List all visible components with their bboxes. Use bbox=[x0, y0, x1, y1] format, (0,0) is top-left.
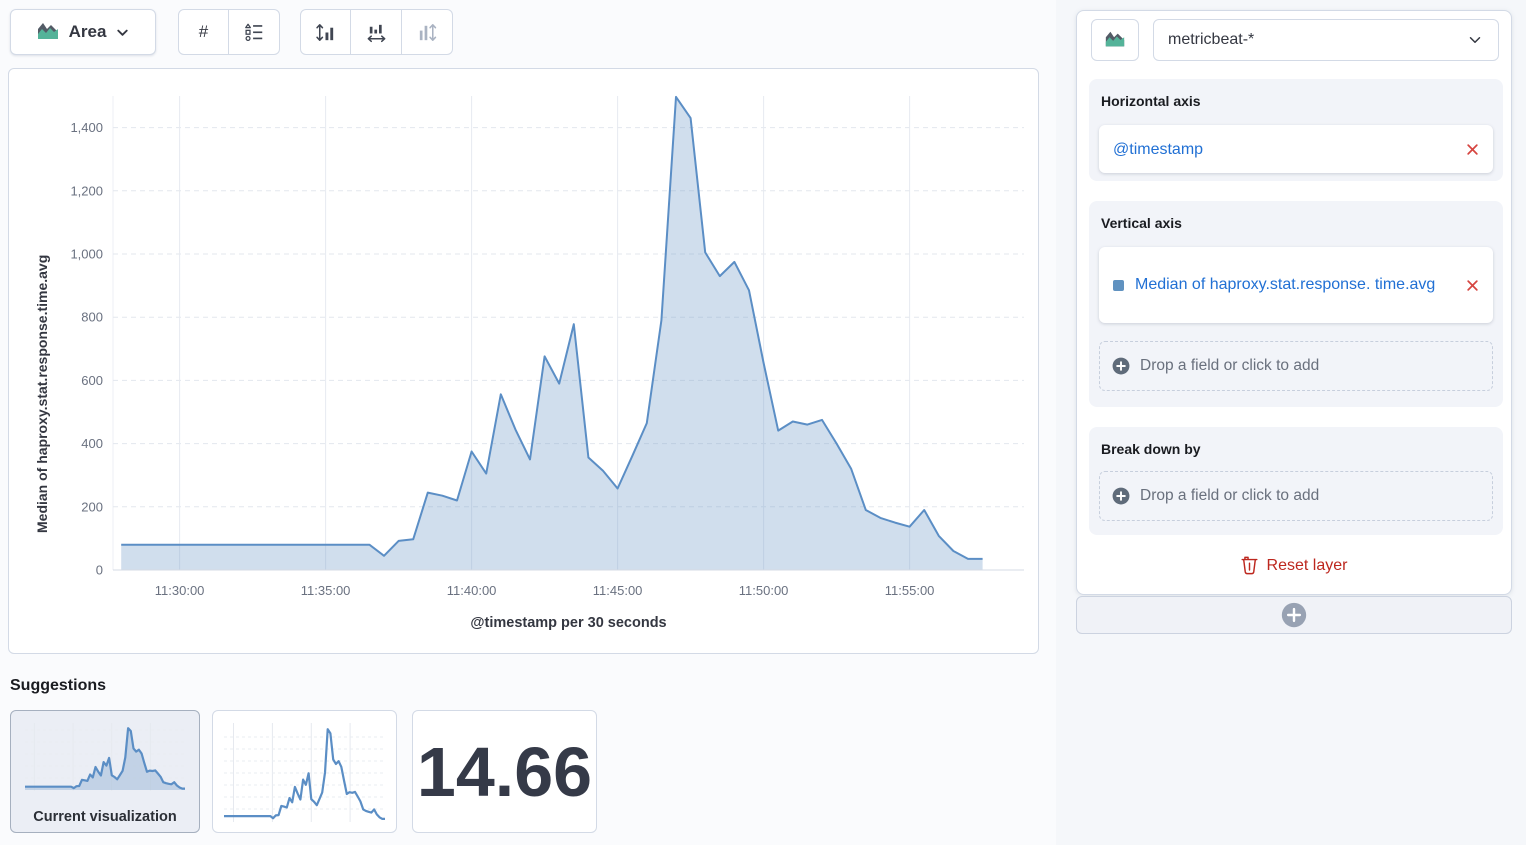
right-axis-icon bbox=[416, 21, 439, 44]
area-chart-icon bbox=[1104, 29, 1126, 51]
x-axis-title: @timestamp per 30 seconds bbox=[113, 615, 1024, 631]
axis-settings-group bbox=[300, 9, 453, 55]
dropzone-label: Drop a field or click to add bbox=[1140, 487, 1319, 505]
index-pattern-select[interactable]: metricbeat-* bbox=[1153, 19, 1499, 61]
vertical-axis-field[interactable]: Median of haproxy.stat.response. time.av… bbox=[1099, 247, 1493, 323]
area-chart-icon bbox=[36, 20, 60, 44]
lens-editor: Area # bbox=[0, 0, 1526, 845]
chart-panel: 0 200 400 600 800 1,000 1,200 1,400 11:30:00 11:3… bbox=[8, 68, 1039, 654]
reset-layer-label: Reset layer bbox=[1267, 557, 1348, 575]
area-chart: 0 200 400 600 800 1,000 1,200 1,400 11:30:00 11:3… bbox=[9, 69, 1036, 651]
layer-chart-type-button[interactable] bbox=[1091, 19, 1139, 61]
svg-text:200: 200 bbox=[81, 499, 103, 514]
remove-field-button[interactable] bbox=[1466, 143, 1479, 156]
trash-icon bbox=[1241, 556, 1258, 575]
area-thumbnail bbox=[21, 719, 189, 795]
plus-circle-icon bbox=[1112, 487, 1130, 505]
legend-button[interactable] bbox=[229, 9, 280, 55]
line-thumbnail bbox=[220, 719, 389, 826]
suggestion-metric[interactable]: 14.66 bbox=[412, 710, 597, 833]
add-layer-button[interactable] bbox=[1076, 596, 1512, 634]
plus-circle-icon bbox=[1112, 357, 1130, 375]
bottom-axis-icon bbox=[365, 21, 388, 44]
horizontal-axis-field[interactable]: @timestamp bbox=[1099, 125, 1493, 173]
suggestion-line-chart[interactable] bbox=[212, 710, 397, 833]
svg-text:800: 800 bbox=[81, 310, 103, 325]
remove-field-button[interactable] bbox=[1466, 279, 1479, 292]
svg-text:11:30:00: 11:30:00 bbox=[155, 583, 205, 598]
suggestions-heading: Suggestions bbox=[10, 677, 106, 695]
hash-icon: # bbox=[199, 22, 208, 42]
cross-icon bbox=[1466, 143, 1479, 156]
svg-text:11:50:00: 11:50:00 bbox=[739, 583, 789, 598]
svg-text:11:55:00: 11:55:00 bbox=[885, 583, 935, 598]
svg-text:1,200: 1,200 bbox=[70, 183, 103, 198]
chevron-down-icon bbox=[1466, 31, 1484, 49]
svg-text:1,400: 1,400 bbox=[70, 120, 103, 135]
break-down-title: Break down by bbox=[1101, 441, 1201, 457]
y-axis-title: Median of haproxy.stat.response.time.avg bbox=[31, 157, 53, 631]
metric-value: 14.66 bbox=[417, 732, 592, 812]
bottom-axis-button[interactable] bbox=[351, 9, 402, 55]
plus-circle-icon bbox=[1281, 602, 1307, 628]
svg-text:1,000: 1,000 bbox=[70, 247, 103, 262]
svg-text:400: 400 bbox=[81, 436, 103, 451]
value-labels-button[interactable]: # bbox=[178, 9, 229, 55]
chart-type-switch-button[interactable]: Area bbox=[10, 9, 156, 55]
legend-list-icon bbox=[243, 21, 265, 43]
vertical-axis-title: Vertical axis bbox=[1101, 215, 1182, 231]
svg-text:11:35:00: 11:35:00 bbox=[301, 583, 351, 598]
svg-text:11:40:00: 11:40:00 bbox=[447, 583, 497, 598]
suggestion-current-visualization[interactable]: Current visualization bbox=[10, 710, 200, 833]
current-visualization-label: Current visualization bbox=[11, 809, 199, 825]
horizontal-axis-title: Horizontal axis bbox=[1101, 93, 1201, 109]
chart-type-label: Area bbox=[69, 22, 107, 42]
left-axis-button[interactable] bbox=[300, 9, 351, 55]
vertical-axis-section: Vertical axis Median of haproxy.stat.res… bbox=[1089, 201, 1503, 407]
break-down-dropzone[interactable]: Drop a field or click to add bbox=[1099, 471, 1493, 521]
label-settings-group: # bbox=[178, 9, 280, 55]
reset-layer-button[interactable]: Reset layer bbox=[1077, 555, 1511, 576]
cross-icon bbox=[1466, 279, 1479, 292]
series-color-swatch bbox=[1113, 280, 1124, 291]
dropzone-label: Drop a field or click to add bbox=[1140, 357, 1319, 375]
right-axis-button[interactable] bbox=[402, 9, 453, 55]
svg-text:600: 600 bbox=[81, 373, 103, 388]
layer-settings-card: metricbeat-* Horizontal axis @timestamp bbox=[1076, 10, 1512, 595]
horizontal-axis-section: Horizontal axis @timestamp bbox=[1089, 79, 1503, 181]
config-panel: metricbeat-* Horizontal axis @timestamp bbox=[1056, 0, 1526, 845]
chevron-down-icon bbox=[115, 25, 130, 40]
field-label: @timestamp bbox=[1113, 137, 1458, 162]
left-axis-icon bbox=[314, 21, 337, 44]
svg-text:0: 0 bbox=[96, 563, 103, 578]
svg-text:11:45:00: 11:45:00 bbox=[593, 583, 643, 598]
vertical-axis-dropzone[interactable]: Drop a field or click to add bbox=[1099, 341, 1493, 391]
break-down-section: Break down by Drop a field or click to a… bbox=[1089, 427, 1503, 535]
field-label: Median of haproxy.stat.response. time.av… bbox=[1135, 272, 1458, 298]
index-pattern-value: metricbeat-* bbox=[1168, 31, 1466, 49]
